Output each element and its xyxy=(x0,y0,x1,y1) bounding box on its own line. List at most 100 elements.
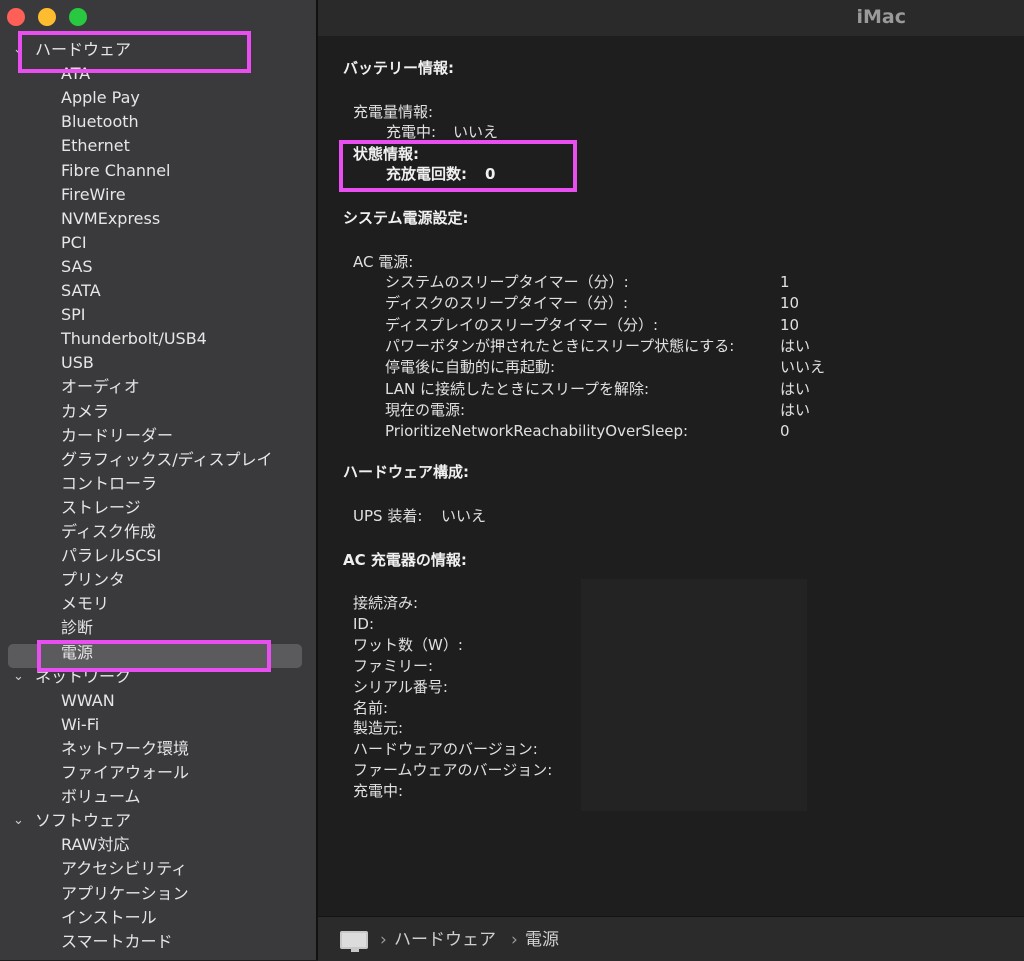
sidebar-item[interactable]: SATA xyxy=(0,279,316,303)
sidebar-section-label: ネットワーク xyxy=(35,667,132,686)
chevron-down-icon[interactable]: ⌄ xyxy=(13,38,24,62)
breadcrumb-separator: › xyxy=(380,930,387,950)
sidebar-item[interactable]: Ethernet xyxy=(0,134,316,158)
sidebar-item-label: ストレージ xyxy=(61,498,141,517)
sidebar-item[interactable]: NVMExpress xyxy=(0,207,316,231)
sidebar-item[interactable]: カメラ xyxy=(0,400,316,424)
power-setting-label: LAN に接続したときにスリープを解除: xyxy=(385,380,650,398)
sidebar-item-label: ファイアウォール xyxy=(61,763,190,782)
power-setting-value: はい xyxy=(780,380,811,398)
cycle-count-value: 0 xyxy=(485,165,496,183)
ac-charger-label: ファミリー: xyxy=(353,657,434,675)
power-setting-value: 10 xyxy=(780,316,800,334)
main-panel: iMac バッテリー情報: 充電量情報: 充電中: いいえ 状態情報: 充放電回… xyxy=(318,0,1024,961)
sidebar-item-label: パラレルSCSI xyxy=(61,546,162,565)
sidebar-item-label: カードリーダー xyxy=(61,426,174,445)
sidebar-item[interactable]: グラフィックス/ディスプレイ xyxy=(0,448,316,472)
sidebar-section-label: ソフトウェア xyxy=(35,811,132,830)
sidebar-item[interactable]: PCI xyxy=(0,231,316,255)
sidebar-item[interactable]: コントローラ xyxy=(0,472,316,496)
sidebar-item[interactable]: Bluetooth xyxy=(0,110,316,134)
sidebar-item[interactable]: インストール xyxy=(0,906,316,930)
sidebar-item-label: 診断 xyxy=(61,618,94,637)
sidebar-item[interactable]: WWAN xyxy=(0,689,316,713)
sidebar-item-label: ディスク作成 xyxy=(61,522,156,541)
ac-charger-heading: AC 充電器の情報: xyxy=(343,551,467,569)
window-title: iMac xyxy=(856,6,906,28)
sidebar: ⌄ ハードウェア ATA Apple Pay Bluetooth Ethernet Fibr… xyxy=(0,0,316,960)
sidebar-item[interactable]: パラレルSCSI xyxy=(0,544,316,568)
sidebar-item-label: Bluetooth xyxy=(61,112,139,131)
sidebar-item-label: プリンタ xyxy=(61,570,126,589)
sidebar-item[interactable]: ファイアウォール xyxy=(0,761,316,785)
sidebar-item-label: WWAN xyxy=(61,691,115,710)
cycle-count-label: 充放電回数: xyxy=(386,165,467,183)
sidebar-item[interactable]: ATA xyxy=(0,62,316,86)
ups-label: UPS 装着: xyxy=(353,507,423,525)
sidebar-item-label: Thunderbolt/USB4 xyxy=(61,329,207,348)
sidebar-item[interactable]: オーディオ xyxy=(0,375,316,399)
ac-charger-label: ハードウェアのバージョン: xyxy=(353,740,538,758)
power-setting-label: ディスクのスリープタイマー（分）: xyxy=(385,294,629,312)
sidebar-section-label: ハードウェア xyxy=(35,40,132,59)
sidebar-item[interactable]: Thunderbolt/USB4 xyxy=(0,327,316,351)
sidebar-item-label: NVMExpress xyxy=(61,209,161,228)
sidebar-item-label: アプリケーション xyxy=(61,884,189,903)
sidebar-item[interactable]: スマートカード xyxy=(0,930,316,954)
power-setting-value: はい xyxy=(780,401,811,419)
power-setting-value: 1 xyxy=(780,273,790,291)
sidebar-item-label: オーディオ xyxy=(61,377,140,396)
sidebar-item-label: ネットワーク環境 xyxy=(61,739,190,758)
sidebar-item[interactable]: ストレージ xyxy=(0,496,316,520)
sidebar-item[interactable]: メモリ xyxy=(0,592,316,616)
sidebar-item[interactable]: SPI xyxy=(0,303,316,327)
sidebar-item-label: Fibre Channel xyxy=(61,161,171,180)
battery-heading: バッテリー情報: xyxy=(343,59,454,77)
sidebar-item[interactable]: アクセシビリティ xyxy=(0,857,316,881)
sidebar-item[interactable]: カードリーダー xyxy=(0,424,316,448)
sidebar-item[interactable]: アプリケーション xyxy=(0,882,316,906)
sidebar-item-label: 電源 xyxy=(61,643,94,662)
sidebar-item-label: コントローラ xyxy=(61,474,158,493)
sidebar-item[interactable]: RAW対応 xyxy=(0,833,316,857)
sidebar-item-label: SATA xyxy=(61,281,101,300)
power-setting-value: いいえ xyxy=(780,358,826,376)
sidebar-section[interactable]: ⌄ ネットワーク xyxy=(0,665,316,689)
sidebar-item-label: ATA xyxy=(61,64,91,83)
sidebar-item[interactable]: Fibre Channel xyxy=(0,159,316,183)
sidebar-item[interactable]: SAS xyxy=(0,255,316,279)
sidebar-item[interactable]: FireWire xyxy=(0,183,316,207)
power-setting-label: 現在の電源: xyxy=(385,401,466,419)
sidebar-item-label: インストール xyxy=(61,908,157,927)
sidebar-item[interactable]: Wi-Fi xyxy=(0,713,316,737)
titlebar: iMac xyxy=(318,0,1024,36)
sidebar-item[interactable]: ボリューム xyxy=(0,785,316,809)
sidebar-item-label: メモリ xyxy=(61,594,110,613)
sidebar-item-label: RAW対応 xyxy=(61,835,130,854)
zoom-window-button[interactable] xyxy=(69,8,87,26)
sidebar-item-label: Ethernet xyxy=(61,136,130,155)
sidebar-section[interactable]: ⌄ ソフトウェア xyxy=(0,809,316,833)
power-setting-value: 10 xyxy=(780,294,800,312)
detail-content: バッテリー情報: 充電量情報: 充電中: いいえ 状態情報: 充放電回数: 0 … xyxy=(318,36,1024,916)
sidebar-item[interactable]: 電源 xyxy=(0,641,316,665)
sidebar-item[interactable]: プリンタ xyxy=(0,568,316,592)
chevron-down-icon[interactable]: ⌄ xyxy=(13,809,24,833)
sidebar-item[interactable]: Apple Pay xyxy=(0,86,316,110)
power-setting-label: 停電後に自動的に再起動: xyxy=(385,358,556,376)
breadcrumb-power[interactable]: 電源 xyxy=(525,929,559,951)
redacted-values-area xyxy=(581,579,807,811)
sidebar-section[interactable]: ⌄ ハードウェア xyxy=(0,38,316,62)
sidebar-item[interactable]: ネットワーク環境 xyxy=(0,737,316,761)
chevron-down-icon[interactable]: ⌄ xyxy=(13,665,24,689)
sidebar-item[interactable]: ディスク作成 xyxy=(0,520,316,544)
power-setting-label: システムのスリープタイマー（分）: xyxy=(385,273,629,291)
sidebar-item[interactable]: USB xyxy=(0,351,316,375)
breadcrumb-hardware[interactable]: ハードウェア xyxy=(394,929,496,951)
path-bar: › ハードウェア › 電源 xyxy=(318,916,1024,961)
sidebar-item-label: カメラ xyxy=(61,402,110,421)
sidebar-item[interactable]: 診断 xyxy=(0,616,316,640)
sidebar-item-label: SPI xyxy=(61,305,86,324)
minimize-window-button[interactable] xyxy=(38,8,56,26)
close-window-button[interactable] xyxy=(7,8,25,26)
